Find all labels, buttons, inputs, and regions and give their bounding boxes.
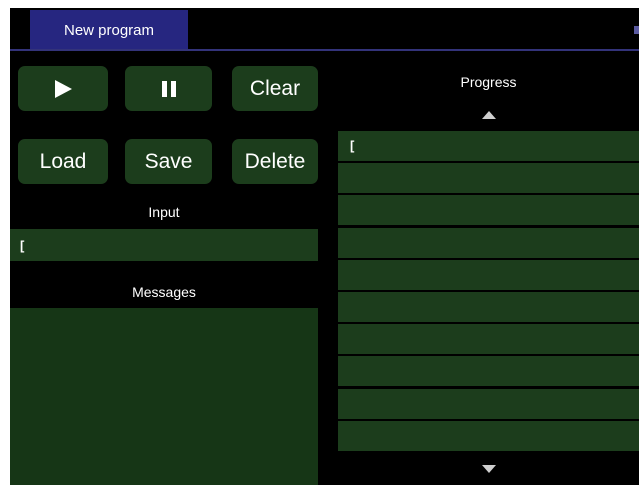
play-button[interactable] xyxy=(18,66,108,111)
progress-label: Progress xyxy=(460,74,517,90)
progress-row[interactable] xyxy=(338,292,639,322)
progress-row[interactable] xyxy=(338,389,639,419)
scroll-down-button[interactable] xyxy=(338,452,639,485)
progress-row[interactable] xyxy=(338,324,639,354)
progress-row[interactable]: [ xyxy=(338,131,639,161)
progress-panel: [ xyxy=(338,98,639,485)
triangle-down-icon xyxy=(481,464,496,473)
messages-label: Messages xyxy=(132,284,196,300)
app-window: New program Clear Load Save Delete Input… xyxy=(10,8,639,485)
load-button[interactable]: Load xyxy=(18,139,108,184)
clear-button[interactable]: Clear xyxy=(232,66,318,111)
progress-row[interactable] xyxy=(338,228,639,258)
input-label: Input xyxy=(148,204,180,220)
progress-row[interactable] xyxy=(338,421,639,451)
messages-box[interactable] xyxy=(10,308,318,485)
pause-button[interactable] xyxy=(125,66,212,111)
progress-row[interactable] xyxy=(338,260,639,290)
progress-row[interactable] xyxy=(338,195,639,225)
scroll-up-button[interactable] xyxy=(338,98,639,131)
progress-row[interactable] xyxy=(338,356,639,386)
tab-new-program[interactable]: New program xyxy=(30,10,188,51)
progress-row-text: [ xyxy=(350,138,355,153)
tab-bar-divider xyxy=(10,49,639,51)
tab-label: New program xyxy=(63,22,155,39)
play-icon xyxy=(55,79,72,98)
tab-bar: New program xyxy=(10,8,639,51)
delete-button[interactable]: Delete xyxy=(232,139,318,184)
progress-row[interactable] xyxy=(338,163,639,193)
input-field[interactable]: [ xyxy=(10,229,318,261)
triangle-up-icon xyxy=(481,110,496,119)
save-button[interactable]: Save xyxy=(125,139,212,184)
pause-icon xyxy=(161,80,176,97)
progress-list: [ xyxy=(338,131,639,452)
tab-bar-corner-marker xyxy=(634,26,639,34)
input-value: [ xyxy=(20,237,25,253)
